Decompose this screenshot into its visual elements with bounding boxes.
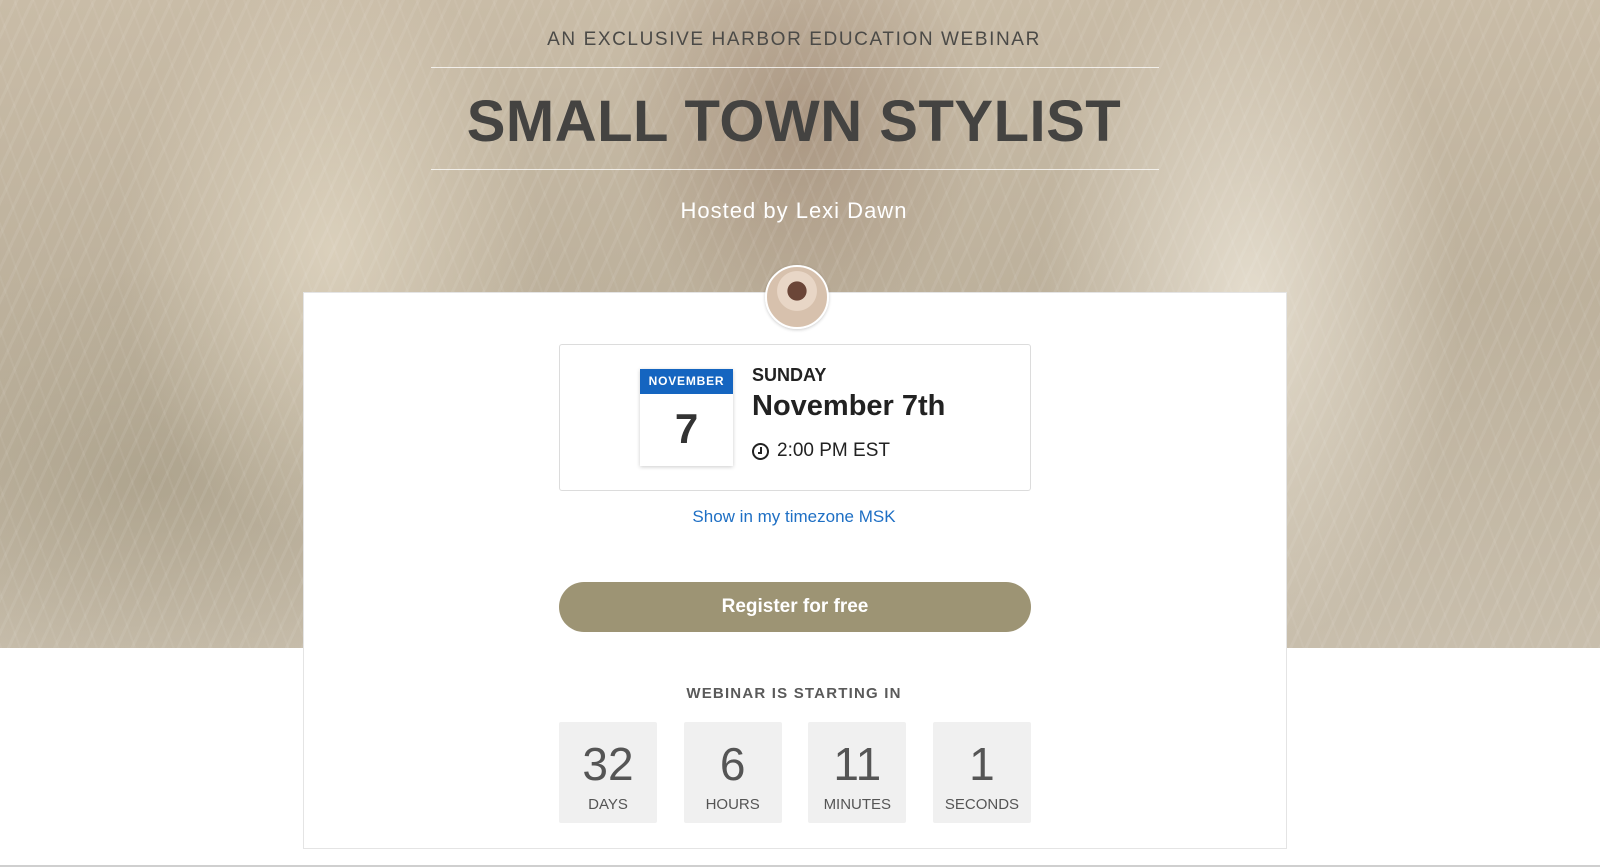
event-time: 2:00 PM EST	[777, 440, 890, 461]
page-title: SMALL TOWN STYLIST	[466, 89, 1122, 154]
countdown-label: WEBINAR IS STARTING IN	[686, 685, 902, 702]
event-time-row: 2:00 PM EST	[752, 440, 890, 462]
countdown-timer: 32 DAYS 6 HOURS 11 MINUTES 1 SECONDS	[559, 722, 1031, 823]
countdown-hours: 6 HOURS	[683, 722, 782, 823]
calendar-icon: NOVEMBER 7	[640, 369, 733, 466]
host-avatar	[765, 265, 829, 329]
countdown-unit: DAYS	[588, 796, 628, 813]
countdown-value: 1	[969, 738, 995, 790]
countdown-unit: MINUTES	[823, 796, 892, 813]
event-date: November 7th	[752, 390, 946, 422]
register-button[interactable]: Register for free	[559, 582, 1031, 632]
title-rule-top	[431, 67, 1159, 68]
countdown-unit: SECONDS	[944, 796, 1020, 813]
countdown-value: 11	[833, 738, 882, 790]
countdown-unit: HOURS	[705, 796, 760, 813]
calendar-month: NOVEMBER	[640, 369, 733, 394]
event-weekday: SUNDAY	[752, 365, 827, 385]
title-rule-bottom	[431, 169, 1159, 170]
countdown-minutes: 11 MINUTES	[808, 722, 907, 823]
countdown-value: 6	[719, 738, 746, 790]
countdown-seconds: 1 SECONDS	[932, 722, 1031, 823]
clock-icon	[752, 442, 769, 460]
timezone-link[interactable]: Show in my timezone MSK	[0, 507, 1588, 527]
countdown-days: 32 DAYS	[559, 722, 657, 823]
event-kicker: AN EXCLUSIVE HARBOR EDUCATION WEBINAR	[547, 29, 1041, 50]
host-line: Hosted by Lexi Dawn	[680, 198, 908, 223]
calendar-day: 7	[674, 405, 699, 452]
countdown-value: 32	[582, 738, 634, 790]
